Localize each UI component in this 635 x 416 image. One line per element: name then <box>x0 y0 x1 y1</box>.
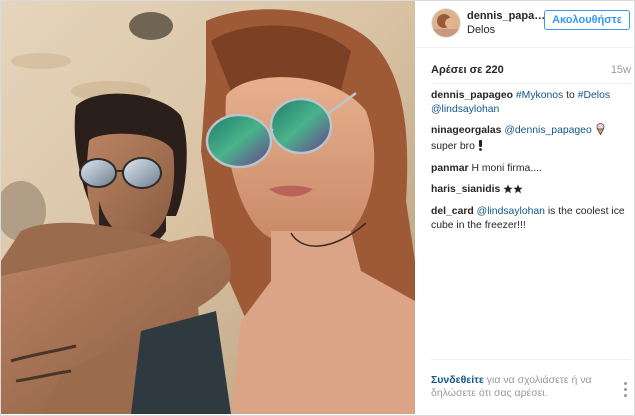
post-header: dennis_papa… Delos Ακολουθήστε <box>416 1 633 48</box>
divider <box>431 83 631 84</box>
comment-item: del_card @lindsaylohan is the coolest ic… <box>431 205 633 232</box>
login-prompt: Συνδεθείτε για να σχολιάσετε ή να δηλώσε… <box>431 374 611 400</box>
hashtag-link[interactable]: #Mykonos <box>516 90 563 101</box>
comment-item: ninageorgalas @dennis_papageo super bro <box>431 123 633 155</box>
mention-link[interactable]: @dennis_papageo <box>504 125 591 136</box>
follow-button[interactable]: Ακολουθήστε <box>544 10 630 30</box>
post-location[interactable]: Delos <box>467 24 495 36</box>
hashtag-link[interactable]: #Delos <box>578 90 610 101</box>
beach-selfie-image <box>1 1 415 414</box>
login-link[interactable]: Συνδεθείτε <box>431 374 484 386</box>
comment-item: panmar H moni firma.... <box>431 162 633 176</box>
likes-count[interactable]: Αρέσει σε 220 <box>431 64 504 76</box>
ice-cream-icon <box>595 123 606 140</box>
comment-text: super bro <box>431 140 475 152</box>
post-username[interactable]: dennis_papa… <box>467 10 547 22</box>
comment-author[interactable]: panmar <box>431 163 469 174</box>
exclamation-icon <box>478 139 483 156</box>
comment-text: H moni firma.... <box>471 163 542 174</box>
star-icon <box>503 184 513 199</box>
comment-text: to <box>563 90 578 101</box>
comment-item: haris_sianidis <box>431 183 633 199</box>
comment-item: dennis_papageo #Mykonos to #Delos @linds… <box>431 89 633 116</box>
avatar-image <box>432 9 460 37</box>
divider <box>431 359 631 360</box>
comments-list: dennis_papageo #Mykonos to #Delos @linds… <box>431 89 633 239</box>
mention-link[interactable]: @lindsaylohan <box>431 104 499 115</box>
avatar[interactable] <box>431 8 461 38</box>
star-icon <box>513 184 523 199</box>
comment-author[interactable]: haris_sianidis <box>431 184 500 195</box>
likes-row: Αρέσει σε 220 15w <box>431 64 631 78</box>
post-photo[interactable] <box>1 1 415 414</box>
post-info-panel: dennis_papa… Delos Ακολουθήστε Αρέσει σε… <box>416 1 633 414</box>
comment-author[interactable]: dennis_papageo <box>431 90 513 101</box>
post-age[interactable]: 15w <box>611 64 631 76</box>
comment-author[interactable]: del_card <box>431 206 474 217</box>
mention-link[interactable]: @lindsaylohan <box>477 206 545 217</box>
comment-author[interactable]: ninageorgalas <box>431 125 501 136</box>
more-options-icon[interactable] <box>619 379 631 401</box>
